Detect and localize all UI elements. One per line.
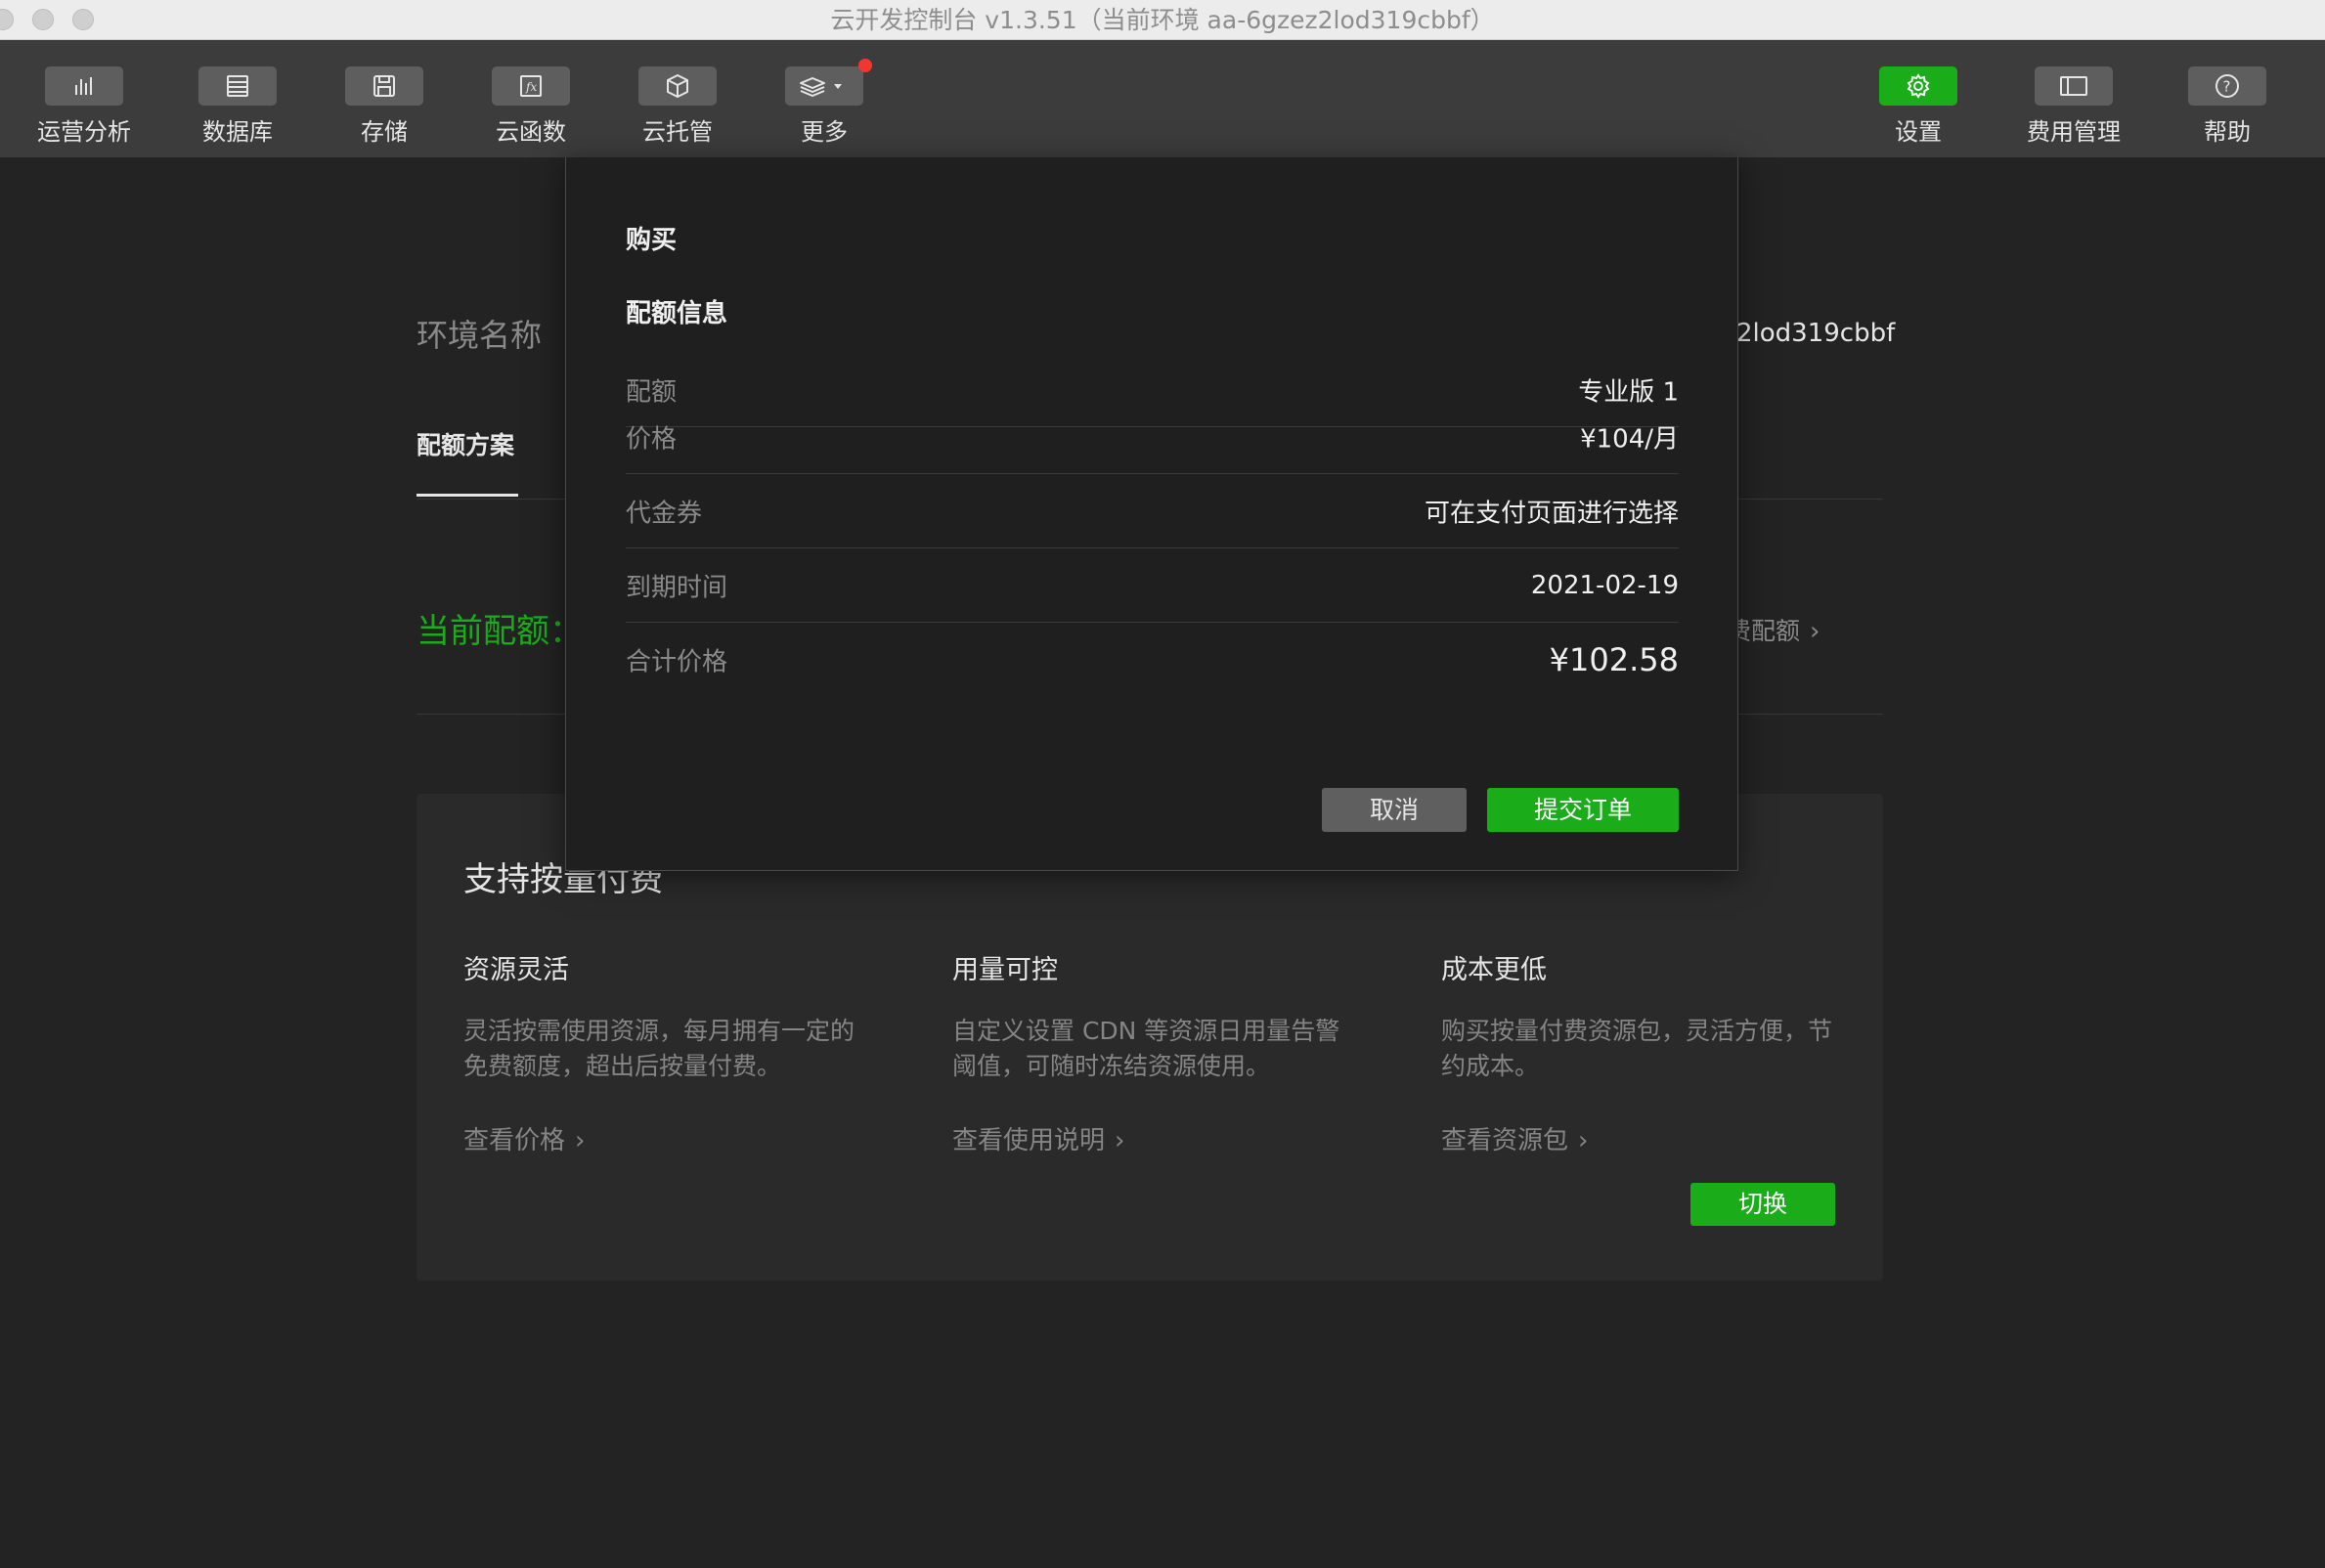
feature-description: 自定义设置 CDN 等资源日用量告警阈值，可随时冻结资源使用。 [952,1017,1340,1080]
toolbar-label: 帮助 [2204,118,2251,146]
gear-icon [1879,66,1957,106]
chevron-right-icon: › [575,1126,586,1155]
billing-icon [2035,66,2113,106]
bar-chart-icon [45,66,123,106]
info-row: 代金券 可在支付页面进行选择 [626,474,1679,548]
chevron-right-icon: › [1115,1126,1125,1155]
active-tab-indicator [417,494,518,497]
window-title: 云开发控制台 v1.3.51（当前环境 aa-6gzez2lod319cbbf） [830,6,1495,34]
row-value: 2021-02-19 [1530,570,1679,600]
cancel-button[interactable]: 取消 [1322,788,1467,832]
feature-title: 资源灵活 [463,955,569,985]
switch-quota-link[interactable]: 费配额 › [1727,612,1820,647]
feature-description: 购买按量付费资源包，灵活方便，节约成本。 [1441,1017,1833,1080]
view-usage-guide-link[interactable]: 查看使用说明 › [952,1120,1124,1156]
toolbar-label: 存储 [361,118,408,146]
row-label: 合计价格 [626,647,728,677]
toolbar-item-storage[interactable]: 存储 [321,40,448,157]
submit-order-button[interactable]: 提交订单 [1487,788,1679,832]
row-value: 可在支付页面进行选择 [1424,499,1679,528]
toolbar-item-billing[interactable]: 费用管理 [2010,40,2137,157]
feature-title: 成本更低 [1441,955,1547,985]
env-name-value: 2lod319cbbf [1736,319,1896,348]
info-row: 价格 ¥104/月 [626,401,1679,474]
view-price-link[interactable]: 查看价格 › [463,1120,585,1156]
row-label: 价格 [626,424,678,455]
help-icon: ? [2188,66,2266,106]
env-name-label: 环境名称 [417,317,543,354]
svg-text:fx: fx [525,80,537,94]
layers-icon [785,66,863,106]
function-icon: fx [492,66,570,106]
svg-text:?: ? [2223,78,2231,96]
row-value: ¥104/月 [1580,424,1679,455]
view-resource-pack-link[interactable]: 查看资源包 › [1441,1120,1588,1156]
total-row: 合计价格 ¥102.58 [626,623,1679,697]
toolbar-item-database[interactable]: 数据库 [174,40,301,157]
toolbar-item-functions[interactable]: fx 云函数 [467,40,594,157]
tab-quota-plan[interactable]: 配额方案 [417,426,514,461]
toolbar-label: 运营分析 [37,118,131,146]
feature-description: 灵活按需使用资源，每月拥有一定的免费额度，超出后按量付费。 [463,1017,855,1080]
row-label: 到期时间 [626,573,728,602]
feature-title: 用量可控 [952,955,1058,985]
cube-icon [638,66,717,106]
feature-item: 用量可控 自定义设置 CDN 等资源日用量告警阈值，可随时冻结资源使用。 [952,948,1363,1084]
toolbar-label: 设置 [1895,118,1942,146]
toolbar-item-analytics[interactable]: 运营分析 [21,40,148,157]
modal-title: 购买 [626,226,678,255]
info-row: 到期时间 2021-02-19 [626,548,1679,623]
current-quota-label: 当前配额： [417,612,583,651]
chevron-right-icon: › [1578,1126,1589,1155]
notification-dot [858,59,872,72]
toolbar-label: 云函数 [496,118,566,146]
view-resource-pack-link-label: 查看资源包 [1441,1126,1569,1155]
toolbar-label: 费用管理 [2027,118,2121,146]
toolbar-item-hosting[interactable]: 云托管 [614,40,741,157]
feature-item: 资源灵活 灵活按需使用资源，每月拥有一定的免费额度，超出后按量付费。 [463,948,874,1084]
view-price-link-label: 查看价格 [463,1126,566,1155]
purchase-modal: 购买 配额信息 配额 专业版 1 价格 ¥104/月 代金券 可在支付页面进行选… [565,157,1738,871]
toolbar-label: 更多 [801,118,848,146]
database-icon [198,66,277,106]
total-price: ¥102.58 [1549,641,1679,678]
row-label: 代金券 [626,499,703,528]
feature-item: 成本更低 购买按量付费资源包，灵活方便，节约成本。 [1441,948,1852,1084]
switch-button[interactable]: 切换 [1690,1183,1835,1226]
window-titlebar: 云开发控制台 v1.3.51（当前环境 aa-6gzez2lod319cbbf） [0,0,2325,40]
toolbar-item-help[interactable]: ? 帮助 [2164,40,2291,157]
toolbar-label: 云托管 [642,118,713,146]
view-usage-guide-link-label: 查看使用说明 [952,1126,1106,1155]
chevron-right-icon: › [1810,617,1821,646]
toolbar-label: 数据库 [202,118,273,146]
quota-info-heading: 配额信息 [626,299,728,328]
save-icon [345,66,423,106]
main-toolbar: 运营分析 数据库 存储 fx 云函数 云托管 更多 设置 费用管理 ? 帮助 [0,40,2325,157]
toolbar-item-settings[interactable]: 设置 [1855,40,1982,157]
toolbar-item-more[interactable]: 更多 [761,40,888,157]
